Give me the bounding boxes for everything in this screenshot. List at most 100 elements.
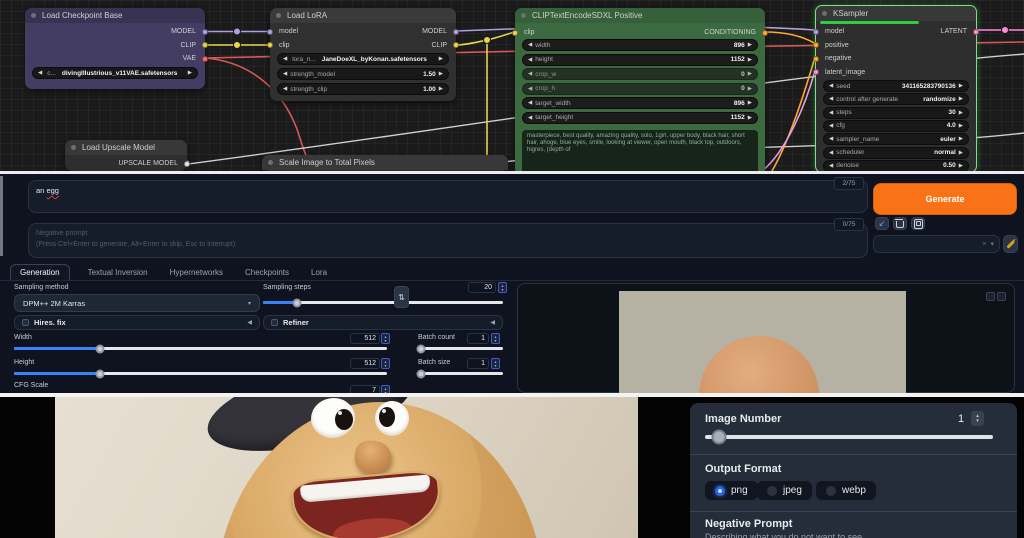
decrement-icon[interactable]: ◀ bbox=[829, 120, 833, 132]
clear-selection-icon[interactable]: × bbox=[982, 241, 986, 248]
radio-icon[interactable] bbox=[826, 486, 836, 496]
latent-image-input-slot[interactable] bbox=[813, 69, 819, 75]
next-value-icon[interactable]: ▶ bbox=[439, 53, 443, 65]
format-option-jpeg[interactable]: jpeg bbox=[757, 481, 812, 500]
image-number-value[interactable]: 1 bbox=[958, 413, 964, 425]
tab-textual-inversion[interactable]: Textual Inversion bbox=[84, 265, 152, 280]
node-load-upscale-model[interactable]: Load Upscale Model UPSCALE MODEL bbox=[65, 140, 187, 171]
sampler-name-widget[interactable]: ◀ sampler_name euler ▶ bbox=[823, 133, 969, 145]
node-scale-image-to-total-pixels[interactable]: Scale Image to Total Pixels bbox=[262, 155, 508, 171]
slider-handle[interactable] bbox=[417, 344, 426, 353]
prev-value-icon[interactable]: ◀ bbox=[829, 93, 833, 105]
negative-input-slot[interactable] bbox=[813, 56, 819, 62]
decrement-icon[interactable]: ◀ bbox=[528, 68, 532, 80]
node-collapse-dot-icon[interactable] bbox=[276, 13, 281, 18]
page-scrollbar[interactable] bbox=[0, 176, 3, 256]
prev-value-icon[interactable]: ◀ bbox=[38, 67, 42, 79]
refiner-accordion[interactable]: Refiner ◀ bbox=[263, 315, 503, 330]
clip-input-slot[interactable] bbox=[512, 30, 518, 36]
sampling-method-dropdown[interactable]: DPM++ 2M Karras ▾ bbox=[14, 294, 260, 312]
next-value-icon[interactable]: ▶ bbox=[188, 67, 192, 79]
model-output-slot[interactable] bbox=[202, 29, 208, 35]
preview-next-button[interactable] bbox=[997, 292, 1006, 301]
sampling-steps-input[interactable]: 20 bbox=[468, 282, 496, 293]
decrement-icon[interactable]: ◀ bbox=[829, 80, 833, 92]
negative-prompt-textarea[interactable]: Negative prompt (Press Ctrl+Enter to gen… bbox=[28, 223, 868, 258]
hires-fix-accordion[interactable]: Hires. fix ◀ bbox=[14, 315, 260, 330]
strength-model-widget[interactable]: ◀ strength_model 1.50 ▶ bbox=[277, 68, 449, 80]
height-widget[interactable]: ◀ height 1152 ▶ bbox=[522, 54, 758, 66]
model-input-slot[interactable] bbox=[813, 29, 819, 35]
spin-down-icon[interactable]: ▾ bbox=[501, 288, 503, 292]
ckpt-name-widget[interactable]: ◀ c... divingIllustrious_v11VAE.safetens… bbox=[32, 67, 198, 79]
prev-value-icon[interactable]: ◀ bbox=[829, 133, 833, 145]
decrement-icon[interactable]: ◀ bbox=[283, 83, 287, 95]
number-spinner[interactable]: ▴ ▾ bbox=[498, 282, 507, 293]
increment-icon[interactable]: ▶ bbox=[748, 54, 752, 66]
format-option-webp[interactable]: webp bbox=[816, 481, 876, 500]
target-width-widget[interactable]: ◀ target_width 896 ▶ bbox=[522, 97, 758, 109]
width-input[interactable]: 512 bbox=[350, 333, 380, 344]
increment-icon[interactable]: ▶ bbox=[748, 68, 752, 80]
node-ksampler[interactable]: KSampler model LATENT positive negative … bbox=[815, 5, 977, 171]
increment-icon[interactable]: ▶ bbox=[748, 112, 752, 124]
tab-lora[interactable]: Lora bbox=[307, 265, 331, 280]
batch-size-slider[interactable] bbox=[418, 372, 503, 375]
increment-icon[interactable]: ▶ bbox=[439, 68, 443, 80]
next-value-icon[interactable]: ▶ bbox=[959, 147, 963, 159]
tab-hypernetworks[interactable]: Hypernetworks bbox=[166, 265, 227, 280]
node-load-checkpoint-base[interactable]: Load Checkpoint Base MODEL CLIP VAE ◀ c.… bbox=[25, 8, 205, 89]
width-slider[interactable] bbox=[14, 347, 387, 350]
spin-down-icon[interactable]: ▾ bbox=[494, 339, 496, 343]
decrement-icon[interactable]: ◀ bbox=[528, 97, 532, 109]
decrement-icon[interactable]: ◀ bbox=[283, 68, 287, 80]
slider-handle[interactable] bbox=[712, 430, 727, 445]
collapse-icon[interactable]: ◀ bbox=[247, 319, 252, 326]
clip-output-slot[interactable] bbox=[453, 42, 459, 48]
extra-networks-button[interactable] bbox=[911, 217, 925, 230]
prompt-textarea[interactable]: an egg bbox=[28, 180, 868, 213]
height-input[interactable]: 512 bbox=[350, 358, 380, 369]
preview-prev-button[interactable] bbox=[986, 292, 995, 301]
decrement-icon[interactable]: ◀ bbox=[528, 112, 532, 124]
increment-icon[interactable]: ▶ bbox=[959, 107, 963, 119]
node-collapse-dot-icon[interactable] bbox=[822, 11, 827, 16]
slider-handle[interactable] bbox=[417, 369, 426, 378]
node-load-lora[interactable]: Load LoRA model MODEL clip CLIP ◀ lora_n… bbox=[270, 8, 456, 101]
prev-value-icon[interactable]: ◀ bbox=[283, 53, 287, 65]
number-spinner[interactable]: ▴ ▾ bbox=[491, 358, 500, 369]
clear-prompt-button[interactable] bbox=[893, 217, 907, 230]
latent-output-slot[interactable] bbox=[973, 29, 979, 35]
spin-down-icon[interactable]: ▾ bbox=[384, 364, 386, 368]
clip-input-slot[interactable] bbox=[267, 42, 273, 48]
number-spinner[interactable]: ▴ ▾ bbox=[381, 358, 390, 369]
denoise-widget[interactable]: ◀ denoise 0.50 ▶ bbox=[823, 160, 969, 171]
tab-checkpoints[interactable]: Checkpoints bbox=[241, 265, 293, 280]
format-option-png[interactable]: png bbox=[705, 481, 758, 500]
batch-count-input[interactable]: 1 bbox=[467, 333, 489, 344]
increment-icon[interactable]: ▶ bbox=[959, 80, 963, 92]
crop-h-widget[interactable]: ◀ crop_h 0 ▶ bbox=[522, 83, 758, 95]
radio-icon[interactable] bbox=[767, 486, 777, 496]
slider-handle[interactable] bbox=[95, 344, 104, 353]
tab-generation[interactable]: Generation bbox=[10, 264, 70, 280]
cfg-widget[interactable]: ◀ cfg 4.0 ▶ bbox=[823, 120, 969, 132]
decrement-icon[interactable]: ◀ bbox=[829, 107, 833, 119]
spin-down-icon[interactable]: ▾ bbox=[976, 419, 979, 424]
scheduler-widget[interactable]: ◀ scheduler normal ▶ bbox=[823, 147, 969, 159]
radio-selected-icon[interactable] bbox=[715, 486, 725, 496]
preview-image[interactable] bbox=[619, 291, 906, 393]
collapse-icon[interactable]: ◀ bbox=[490, 319, 495, 326]
model-output-slot[interactable] bbox=[453, 29, 459, 35]
increment-icon[interactable]: ▶ bbox=[959, 160, 963, 171]
refiner-checkbox[interactable] bbox=[271, 319, 278, 326]
increment-icon[interactable]: ▶ bbox=[748, 97, 752, 109]
lora-name-widget[interactable]: ◀ lora_n... JaneDoeXL_byKonan.safetensor… bbox=[277, 53, 449, 65]
vae-output-slot[interactable] bbox=[202, 56, 208, 62]
image-number-slider[interactable] bbox=[705, 435, 993, 439]
increment-icon[interactable]: ▶ bbox=[748, 83, 752, 95]
number-spinner[interactable]: ▴ ▾ bbox=[491, 333, 500, 344]
spin-down-icon[interactable]: ▾ bbox=[384, 339, 386, 343]
decrement-icon[interactable]: ◀ bbox=[528, 83, 532, 95]
control-after-generate-widget[interactable]: ◀ control after generate randomize ▶ bbox=[823, 93, 969, 105]
